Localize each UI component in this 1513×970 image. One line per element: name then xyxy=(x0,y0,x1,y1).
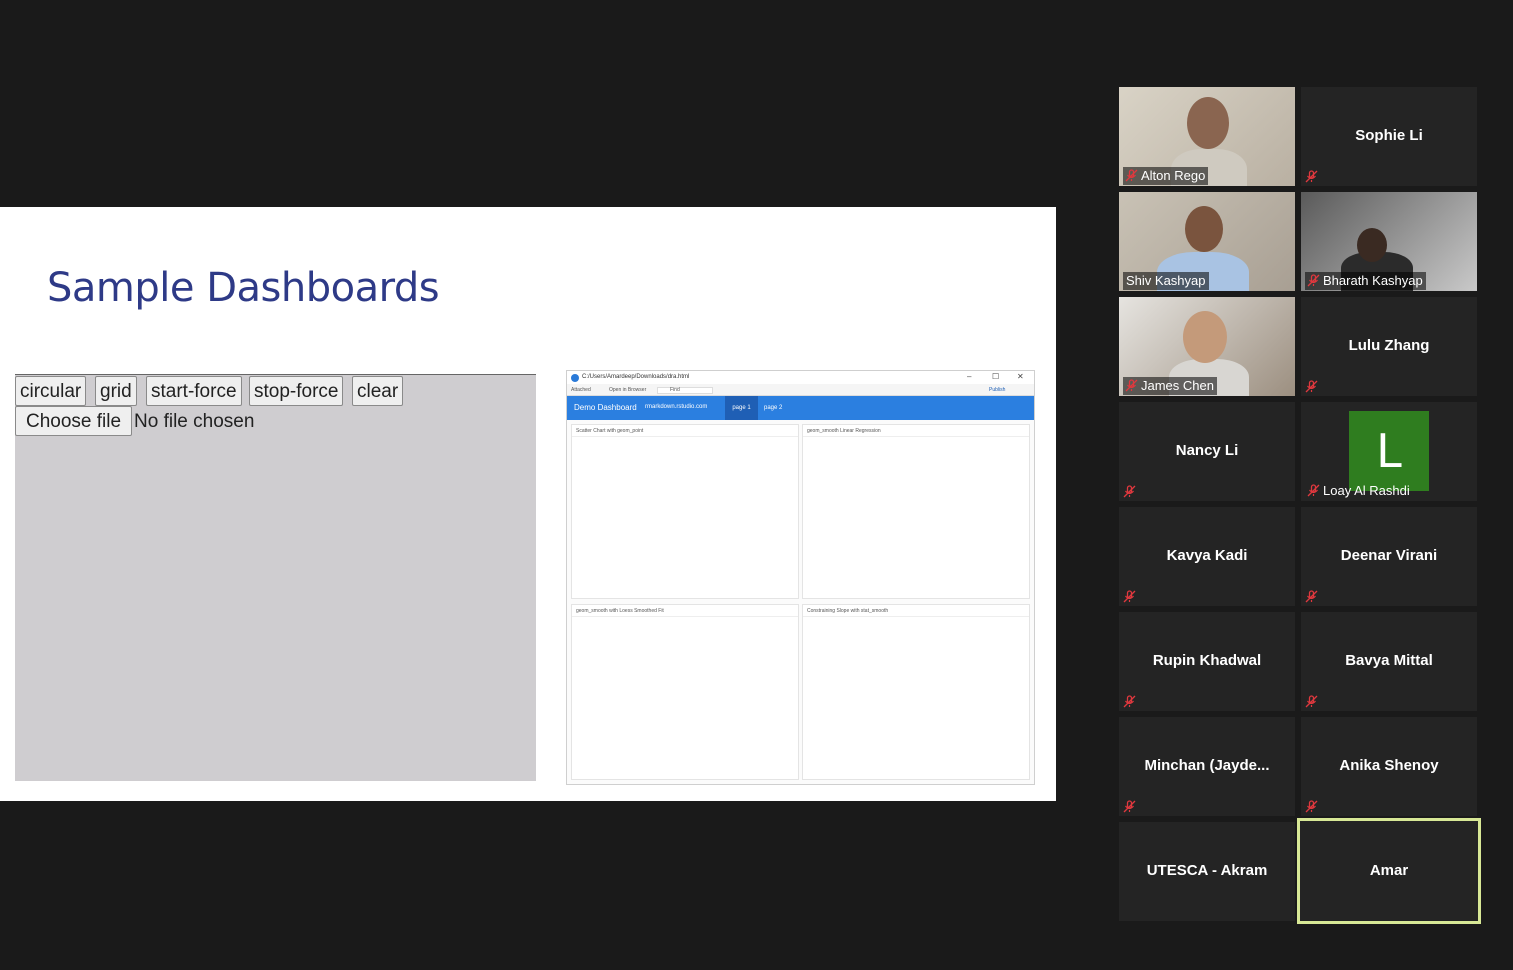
participant-tile[interactable]: Anika Shenoy xyxy=(1301,717,1477,816)
rstudio-viewer-window: C:/Users/Amardeep/Downloads/dra.html – ☐… xyxy=(566,370,1035,785)
person-head xyxy=(1183,311,1227,363)
participant-tile[interactable]: UTESCA - Akram xyxy=(1119,822,1295,921)
participant-tile[interactable]: Lulu Zhang xyxy=(1301,297,1477,396)
participant-tile-active-speaker[interactable]: Amar xyxy=(1297,818,1481,924)
participant-name: James Chen xyxy=(1141,378,1214,393)
participant-name: Shiv Kashyap xyxy=(1126,273,1206,288)
participant-tile[interactable]: Bharath Kashyap xyxy=(1301,192,1477,291)
muted-mic-icon xyxy=(1125,169,1138,182)
dashboard-navbar: Demo Dashboard rmarkdown.rstudio.com pag… xyxy=(567,396,1034,420)
participant-name: Nancy Li xyxy=(1175,442,1239,459)
participant-name-label: Loay Al Rashdi xyxy=(1305,482,1413,500)
participant-tile[interactable]: James Chen xyxy=(1119,297,1295,396)
close-icon[interactable]: ✕ xyxy=(1017,372,1024,381)
participant-name: UTESCA - Akram xyxy=(1146,862,1268,879)
chart-card-title: Scatter Chart with geom_point xyxy=(572,425,798,437)
participant-tile[interactable]: Deenar Virani xyxy=(1301,507,1477,606)
chart-card: geom_smooth with Loess Smoothed Fit xyxy=(571,604,799,780)
participant-name: Alton Rego xyxy=(1141,168,1206,183)
muted-mic-icon xyxy=(1123,800,1136,813)
chart-card-title: geom_smooth with Loess Smoothed Fit xyxy=(572,605,798,617)
participant-name: Bharath Kashyap xyxy=(1323,273,1423,288)
person-head xyxy=(1185,206,1223,252)
participant-tile[interactable]: Sophie Li xyxy=(1301,87,1477,186)
start-force-button[interactable]: start-force xyxy=(146,376,242,406)
chart-card-title: Constraining Slope with stat_smooth xyxy=(803,605,1029,617)
tab-page-1[interactable]: page 1 xyxy=(725,396,758,420)
participant-name: Sophie Li xyxy=(1355,127,1423,144)
clear-button[interactable]: clear xyxy=(352,376,404,406)
participant-tile[interactable]: L Loay Al Rashdi xyxy=(1301,402,1477,501)
participant-tile[interactable]: Alton Rego xyxy=(1119,87,1295,186)
d3-demo-panel: circular grid start-force stop-force cle… xyxy=(15,374,536,781)
muted-mic-icon xyxy=(1307,484,1320,497)
person-head xyxy=(1187,97,1229,149)
participant-name-label: Alton Rego xyxy=(1123,167,1209,185)
participant-name-label: Bharath Kashyap xyxy=(1305,272,1426,290)
participant-name: Deenar Virani xyxy=(1340,547,1438,564)
find-placeholder: Find xyxy=(670,387,680,393)
muted-mic-icon xyxy=(1307,274,1320,287)
dashboard-brand: Demo Dashboard xyxy=(574,403,637,412)
slide-title: Sample Dashboards xyxy=(47,265,440,311)
participant-name: Lulu Zhang xyxy=(1348,337,1430,354)
chart-card-title: geom_smooth Linear Regression xyxy=(803,425,1029,437)
circular-button[interactable]: circular xyxy=(15,376,87,406)
stop-force-button[interactable]: stop-force xyxy=(249,376,344,406)
attached-label: Attached xyxy=(571,387,591,393)
muted-mic-icon xyxy=(1123,590,1136,603)
chart-card: Constraining Slope with stat_smooth xyxy=(802,604,1030,780)
participant-tile[interactable]: Bavya Mittal xyxy=(1301,612,1477,711)
publish-button[interactable]: Publish xyxy=(989,387,1005,393)
tab-page-2[interactable]: page 2 xyxy=(764,396,782,420)
chart-card: geom_smooth Linear Regression xyxy=(802,424,1030,599)
participant-tile[interactable]: Rupin Khadwal xyxy=(1119,612,1295,711)
participant-tile[interactable]: Minchan (Jayde... xyxy=(1119,717,1295,816)
person-head xyxy=(1357,228,1387,262)
participant-tile[interactable]: Nancy Li xyxy=(1119,402,1295,501)
participant-name: Amar xyxy=(1369,862,1409,879)
muted-mic-icon xyxy=(1305,695,1318,708)
muted-mic-icon xyxy=(1305,590,1318,603)
muted-mic-icon xyxy=(1305,800,1318,813)
open-in-browser-button[interactable]: Open in Browser xyxy=(609,387,646,393)
participant-name-label: James Chen xyxy=(1123,377,1217,395)
participant-name-label: Shiv Kashyap xyxy=(1123,272,1209,290)
minimize-icon[interactable]: – xyxy=(967,372,971,381)
globe-icon xyxy=(571,374,579,382)
participant-tile[interactable]: Shiv Kashyap xyxy=(1119,192,1295,291)
participant-name: Kavya Kadi xyxy=(1166,547,1248,564)
choose-file-button[interactable]: Choose file xyxy=(15,406,133,436)
participant-name: Bavya Mittal xyxy=(1345,652,1433,669)
file-status-text: No file chosen xyxy=(134,411,255,432)
participant-name: Minchan (Jayde... xyxy=(1144,757,1270,774)
participant-name: Loay Al Rashdi xyxy=(1323,483,1410,498)
grid-button[interactable]: grid xyxy=(95,376,137,406)
muted-mic-icon xyxy=(1305,170,1318,183)
find-input[interactable] xyxy=(657,387,713,394)
muted-mic-icon xyxy=(1123,485,1136,498)
participant-name: Rupin Khadwal xyxy=(1152,652,1262,669)
muted-mic-icon xyxy=(1125,379,1138,392)
participant-name: Anika Shenoy xyxy=(1339,757,1439,774)
participant-tile[interactable]: Kavya Kadi xyxy=(1119,507,1295,606)
avatar: L xyxy=(1349,411,1429,491)
muted-mic-icon xyxy=(1305,380,1318,393)
viewer-path: C:/Users/Amardeep/Downloads/dra.html xyxy=(582,374,690,380)
shared-screen-slide: Sample Dashboards circular grid start-fo… xyxy=(0,207,1056,801)
dashboard-author-link[interactable]: rmarkdown.rstudio.com xyxy=(645,404,707,410)
viewer-titlebar: C:/Users/Amardeep/Downloads/dra.html – ☐… xyxy=(567,371,1034,384)
viewer-toolbar: Attached Open in Browser Find Publish xyxy=(567,384,1034,396)
maximize-icon[interactable]: ☐ xyxy=(992,372,999,381)
chart-card: Scatter Chart with geom_point xyxy=(571,424,799,599)
muted-mic-icon xyxy=(1123,695,1136,708)
